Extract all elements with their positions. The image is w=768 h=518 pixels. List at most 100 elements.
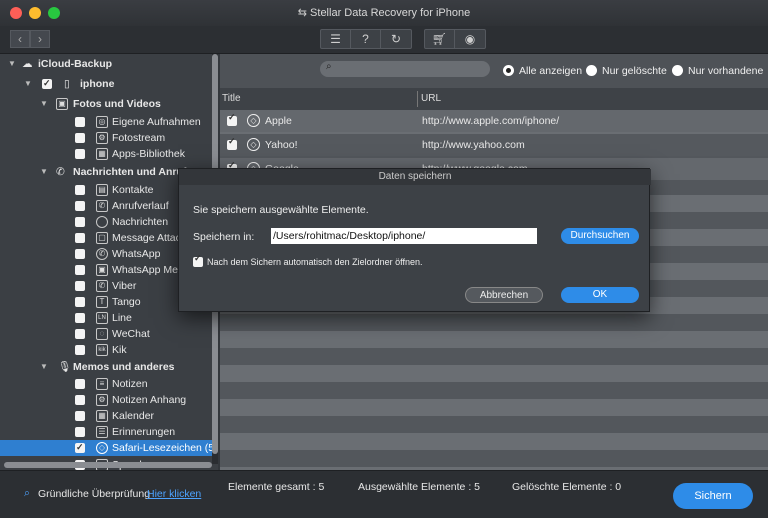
cancel-button[interactable]: Abbrechen [465,287,543,303]
table-row[interactable]: ◇ Apple http://www.apple.com/iphone/ [220,110,768,132]
save-dialog: Daten speichern Sie speichern ausgewählt… [178,168,651,312]
item-label: Notizen Anhang [112,394,187,406]
item-checkbox[interactable] [75,411,85,421]
tree-group-memos[interactable]: ▼ 🎙︎ Memos und anderes [0,359,212,375]
column-title-header[interactable]: Title [220,88,241,110]
item-label: Anrufverlauf [112,200,169,212]
row-url: http://www.yahoo.com [422,139,525,151]
tree-item[interactable]: ≡ Notizen [0,376,212,392]
whatsapp-icon: ✆ [96,248,108,260]
tree-item[interactable]: ⚙ Fotostream [0,130,212,146]
item-label: Viber [112,280,137,292]
viber-icon: ✆ [96,280,108,292]
item-label: Line [112,312,132,324]
tree-item[interactable]: ◌ WeChat [0,326,212,342]
app-window: ⇆ Stellar Data Recovery for iPhone ‹ › ☰… [0,0,768,518]
cart-icon[interactable]: 🛒︎ [425,30,455,48]
tree-item[interactable]: ◎ Eigene Aufnahmen [0,114,212,130]
table-row[interactable]: ◇ Yahoo! http://www.yahoo.com [220,134,768,156]
item-checkbox[interactable] [75,201,85,211]
filter-deleted-radio[interactable]: Nur gelöschte [586,64,667,78]
forward-button[interactable]: › [30,30,50,48]
search-input[interactable]: ⌕ [320,61,490,77]
wechat-icon: ◌ [96,328,108,340]
item-checkbox[interactable] [75,117,85,127]
ok-button[interactable]: OK [561,287,639,303]
filter-existing-radio[interactable]: Nur vorhandene [672,64,763,78]
item-checkbox[interactable] [75,249,85,259]
item-label: Notizen [112,378,148,390]
column-url-header[interactable]: URL [419,88,441,110]
row-checkbox[interactable] [227,136,237,150]
item-checkbox[interactable] [75,265,85,275]
item-label: WhatsApp [112,248,161,260]
item-checkbox[interactable] [75,133,85,143]
deleted-items: Gelöschte Elemente : 0 [512,481,622,493]
item-checkbox[interactable] [75,233,85,243]
tree-item-selected[interactable]: ◇ Safari-Lesezeichen (5) [0,439,218,456]
minimize-window-button[interactable] [29,7,41,19]
tree-item[interactable]: ▦ Kalender [0,408,212,424]
item-checkbox[interactable] [75,439,85,455]
tree-item[interactable]: ▦ Apps-Bibliothek [0,146,212,162]
item-checkbox[interactable] [75,313,85,323]
item-checkbox[interactable] [75,395,85,405]
row-url: http://www.apple.com/iphone/ [422,115,560,127]
item-label: Tango [112,296,141,308]
tree-item[interactable]: ⚙ Notizen Anhang [0,392,212,408]
table-header: Title URL [220,88,768,110]
tree-item[interactable]: ☰ Erinnerungen [0,424,212,440]
filter-all-radio[interactable]: Alle anzeigen [503,64,582,78]
row-title: Apple [265,115,292,127]
collapse-triangle-icon[interactable]: ▼ [8,56,16,72]
item-checkbox[interactable] [75,297,85,307]
tree-item[interactable]: kik Kik [0,342,212,358]
refresh-icon[interactable]: ↻ [381,30,411,48]
row-checkbox[interactable] [227,112,237,126]
whatsapp-media-icon: ▣ [96,264,108,276]
collapse-triangle-icon[interactable]: ▼ [40,359,48,375]
tree-item[interactable]: LN Line [0,310,212,326]
group-label: Nachrichten und Anrufe [73,166,193,178]
item-checkbox[interactable] [75,345,85,355]
item-checkbox[interactable] [75,185,85,195]
total-items: Elemente gesamt : 5 [228,481,325,493]
help-icon[interactable]: ? [351,30,381,48]
item-checkbox[interactable] [75,427,85,437]
microphone-icon: 🎙︎ [58,361,72,373]
item-checkbox[interactable] [75,217,85,227]
open-folder-checkbox[interactable] [193,253,203,267]
save-in-label: Speichern in: [193,231,255,243]
photos-icon: ▣ [56,98,68,110]
close-window-button[interactable] [10,7,22,19]
item-checkbox[interactable] [75,149,85,159]
collapse-triangle-icon[interactable]: ▼ [40,164,48,180]
sidebar-horizontal-scrollbar[interactable] [4,462,212,468]
device-checkbox[interactable] [42,75,52,91]
deep-scan-link[interactable]: Hier klicken [147,488,201,500]
save-button[interactable]: Sichern [673,483,753,509]
browse-button[interactable]: Durchsuchen [561,228,639,244]
zoom-window-button[interactable] [48,7,60,19]
save-path-input[interactable]: /Users/rohitmac/Desktop/iphone/ [271,228,537,244]
tango-icon: T [96,296,108,308]
collapse-triangle-icon[interactable]: ▼ [24,76,32,92]
toolbar: ‹ › ☰ ? ↻ 🛒︎ ◉ [0,26,768,54]
filter-deleted-label: Nur gelöschte [602,65,667,77]
item-checkbox[interactable] [75,329,85,339]
cloud-icon: ☁ [22,58,33,70]
tree-root[interactable]: ▼ ☁ iCloud-Backup [0,56,212,72]
item-checkbox[interactable] [75,379,85,389]
phone-call-icon: ✆ [56,166,65,178]
back-button[interactable]: ‹ [10,30,30,48]
dialog-title: Daten speichern [179,169,651,185]
apps-library-icon: ▦ [96,148,108,160]
item-checkbox[interactable] [75,281,85,291]
column-divider[interactable] [417,91,418,107]
tree-device[interactable]: ▼ ▯ iphone [0,75,212,92]
tree-group-photos[interactable]: ▼ ▣ Fotos und Videos [0,96,212,112]
safari-compass-icon: ◇ [247,138,260,151]
collapse-triangle-icon[interactable]: ▼ [40,96,48,112]
user-icon[interactable]: ◉ [455,30,485,48]
log-icon[interactable]: ☰ [321,30,351,48]
